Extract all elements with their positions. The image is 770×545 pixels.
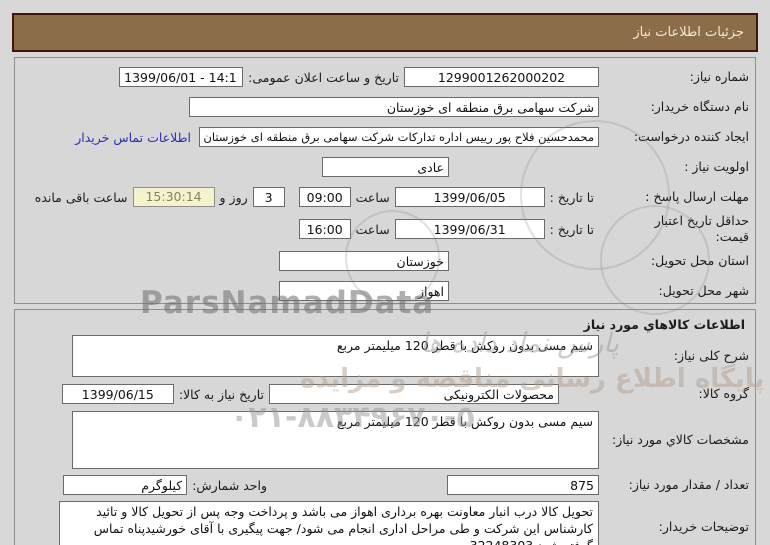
hour-label: ساعت <box>356 190 390 205</box>
page-title-bar: جزئیات اطلاعات نیاز <box>12 13 758 52</box>
page-title: جزئیات اطلاعات نیاز <box>633 25 744 40</box>
reply-deadline-date-input[interactable] <box>395 187 545 207</box>
priority-input[interactable] <box>322 157 449 177</box>
price-validity-time-input[interactable] <box>299 219 351 239</box>
buyer-notes-textarea[interactable]: تحویل کالا درب انبار معاونت بهره برداری … <box>59 501 599 545</box>
delivery-province-input[interactable] <box>279 251 449 271</box>
days-and-label: روز و <box>220 190 248 205</box>
delivery-city-row: شهر محل تحویل: <box>21 276 749 306</box>
price-validity-row: حداقل تاریخ اعتبار قیمت: تا تاریخ : ساعت <box>21 212 749 246</box>
product-group-label: گروه کالا: <box>599 386 749 402</box>
request-creator-input[interactable] <box>199 127 599 147</box>
need-number-row: شماره نیاز: تاریخ و ساعت اعلان عمومی: <box>21 62 749 92</box>
hours-remaining-label: ساعت باقی مانده <box>35 190 128 205</box>
buyer-notes-row: توضیحات خریدار: تحویل کالا درب انبار معا… <box>21 499 749 545</box>
buyer-name-input[interactable] <box>189 97 599 117</box>
reply-deadline-time-input[interactable] <box>299 187 351 207</box>
priority-label: اولویت نیاز : <box>599 159 749 175</box>
goods-info-panel: اطلاعات کالاهاي مورد نیاز شرح کلی نیاز: … <box>14 309 756 545</box>
announce-datetime-input[interactable] <box>119 67 243 87</box>
product-specs-label: مشخصات کالاي مورد نیاز: <box>599 432 749 448</box>
buyer-name-label: نام دستگاه خریدار: <box>599 99 749 115</box>
count-unit-input[interactable] <box>63 475 187 495</box>
price-validity-date-input[interactable] <box>395 219 545 239</box>
until-date-label: تا تاریخ : <box>550 190 594 205</box>
page: { "header": { "title": "جزئیات اطلاعات ن… <box>0 0 770 545</box>
until-date-label: تا تاریخ : <box>550 222 594 237</box>
price-validity-label: حداقل تاریخ اعتبار قیمت: <box>599 213 749 244</box>
countdown-timer: 15:30:14 <box>133 187 215 207</box>
delivery-province-row: استان محل تحویل: <box>21 246 749 276</box>
request-creator-row: ایجاد کننده درخواست: اطلاعات تماس خریدار <box>21 122 749 152</box>
count-unit-label: واحد شمارش: <box>192 478 267 493</box>
general-description-textarea[interactable]: سیم مسی بدون روکش با قطر 120 میلیمتر مرب… <box>72 335 599 377</box>
priority-row: اولویت نیاز : <box>21 152 749 182</box>
product-group-input[interactable] <box>269 384 559 404</box>
general-description-row: شرح کلی نیاز: سیم مسی بدون روکش با قطر 1… <box>21 333 749 379</box>
buyer-notes-label: توضیحات خریدار: <box>599 501 749 535</box>
announce-datetime-label: تاریخ و ساعت اعلان عمومی: <box>248 70 399 85</box>
need-date-input[interactable] <box>62 384 174 404</box>
delivery-city-label: شهر محل تحویل: <box>599 283 749 299</box>
quantity-input[interactable] <box>447 475 599 495</box>
request-creator-label: ایجاد کننده درخواست: <box>599 129 749 145</box>
need-date-label: تاریخ نیاز به کالا: <box>179 387 264 402</box>
goods-section-title: اطلاعات کالاهاي مورد نیاز <box>21 312 749 333</box>
buyer-name-row: نام دستگاه خریدار: <box>21 92 749 122</box>
reply-deadline-label: مهلت ارسال پاسخ : <box>599 189 749 205</box>
remaining-days-input[interactable] <box>253 187 285 207</box>
reply-deadline-row: مهلت ارسال پاسخ : تا تاریخ : ساعت روز و … <box>21 182 749 212</box>
need-number-input[interactable] <box>404 67 599 87</box>
general-description-label: شرح کلی نیاز: <box>599 348 749 364</box>
product-group-row: گروه کالا: تاریخ نیاز به کالا: <box>21 379 749 409</box>
need-number-label: شماره نیاز: <box>599 69 749 85</box>
quantity-row: تعداد / مقدار مورد نیاز: واحد شمارش: <box>21 471 749 499</box>
product-specs-textarea[interactable]: سیم مسی بدون روکش با قطر 120 میلیمتر مرب… <box>72 411 599 469</box>
delivery-province-label: استان محل تحویل: <box>599 253 749 269</box>
hour-label: ساعت <box>356 222 390 237</box>
quantity-label: تعداد / مقدار مورد نیاز: <box>599 477 749 493</box>
need-info-panel: شماره نیاز: تاریخ و ساعت اعلان عمومی: نا… <box>14 57 756 304</box>
product-specs-row: مشخصات کالاي مورد نیاز: سیم مسی بدون روک… <box>21 409 749 471</box>
buyer-contact-link[interactable]: اطلاعات تماس خریدار <box>75 130 191 145</box>
delivery-city-input[interactable] <box>279 281 449 301</box>
